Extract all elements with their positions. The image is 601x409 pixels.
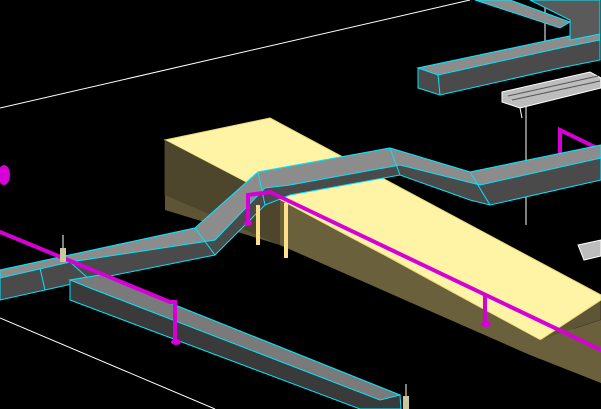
cad-3d-viewport[interactable] <box>0 0 601 409</box>
branch-duct[interactable] <box>68 274 402 409</box>
cable-tray[interactable] <box>501 71 601 119</box>
cable-tray-lower[interactable] <box>577 239 601 261</box>
model-scene[interactable] <box>0 0 601 409</box>
